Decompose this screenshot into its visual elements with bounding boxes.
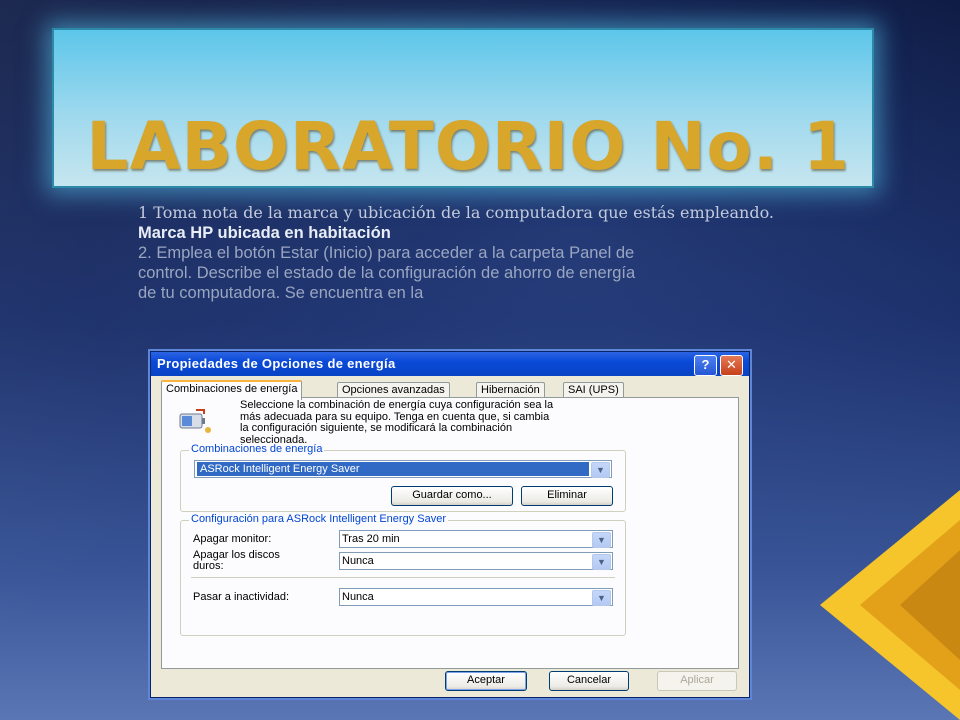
monitor-value: Tras 20 min <box>342 533 400 545</box>
schemes-group: Combinaciones de energía ASRock Intellig… <box>180 443 626 512</box>
schemes-group-label: Combinaciones de energía <box>189 443 325 455</box>
intro-text: Seleccione la combinación de energía cuy… <box>240 399 660 446</box>
group-divider <box>191 577 615 578</box>
config-group-label: Configuración para ASRock Intelligent En… <box>189 513 448 525</box>
standby-value: Nunca <box>342 591 374 603</box>
tab-opciones-avanzadas[interactable]: Opciones avanzadas <box>337 382 450 398</box>
disks-label: Apagar los discos duros: <box>193 550 280 572</box>
battery-plug-icon <box>179 409 211 433</box>
tab-hibernacion[interactable]: Hibernación <box>476 382 545 398</box>
disks-value: Nunca <box>342 555 374 567</box>
monitor-select[interactable]: Tras 20 min ▼ <box>339 530 613 548</box>
save-as-button[interactable]: Guardar como... <box>391 486 513 506</box>
disks-label-line: duros: <box>193 560 224 572</box>
instruction-2: 2. Emplea el botón Estar (Inicio) para a… <box>138 244 635 262</box>
corner-decoration <box>820 490 960 720</box>
disks-select[interactable]: Nunca ▼ <box>339 552 613 570</box>
dialog-titlebar[interactable]: Propiedades de Opciones de energía ? ✕ <box>151 352 749 376</box>
instruction-1: 1 Toma nota de la marca y ubicación de l… <box>138 203 774 222</box>
config-group: Configuración para ASRock Intelligent En… <box>180 513 626 636</box>
delete-button[interactable]: Eliminar <box>521 486 613 506</box>
close-icon[interactable]: ✕ <box>720 355 743 376</box>
slide-body: 1 Toma nota de la marca y ubicación de l… <box>138 203 778 303</box>
monitor-label: Apagar monitor: <box>193 533 272 545</box>
answer-1: Marca HP ubicada en habitación <box>138 224 391 242</box>
instruction-2-cont: control. Describe el estado de la config… <box>138 264 636 282</box>
intro-line: la configuración siguiente, se modificar… <box>240 422 513 434</box>
ok-button[interactable]: Aceptar <box>445 671 527 691</box>
chevron-down-icon[interactable]: ▼ <box>591 462 610 478</box>
power-options-dialog: Propiedades de Opciones de energía ? ✕ C… <box>150 351 750 698</box>
standby-select[interactable]: Nunca ▼ <box>339 588 613 606</box>
slide-title: LABORATORIO No. 1 <box>86 108 850 185</box>
cancel-button[interactable]: Cancelar <box>549 671 629 691</box>
help-icon[interactable]: ? <box>694 355 717 376</box>
tab-combinaciones[interactable]: Combinaciones de energía <box>161 380 303 400</box>
tab-panel: Seleccione la combinación de energía cuy… <box>161 397 739 669</box>
apply-button[interactable]: Aplicar <box>657 671 737 691</box>
chevron-down-icon[interactable]: ▼ <box>592 590 611 606</box>
standby-label: Pasar a inactividad: <box>193 591 289 603</box>
dialog-title: Propiedades de Opciones de energía <box>157 356 396 371</box>
chevron-down-icon[interactable]: ▼ <box>592 554 611 570</box>
scheme-select[interactable]: ASRock Intelligent Energy Saver ▼ <box>194 460 612 478</box>
scheme-value: ASRock Intelligent Energy Saver <box>197 462 589 476</box>
chevron-down-icon[interactable]: ▼ <box>592 532 611 548</box>
tab-sai-ups[interactable]: SAI (UPS) <box>563 382 624 398</box>
intro-line: Seleccione la combinación de energía cuy… <box>240 399 554 411</box>
instruction-2-cont2: de tu computadora. Se encuentra en la <box>138 284 424 302</box>
title-banner: LABORATORIO No. 1 <box>52 28 874 188</box>
